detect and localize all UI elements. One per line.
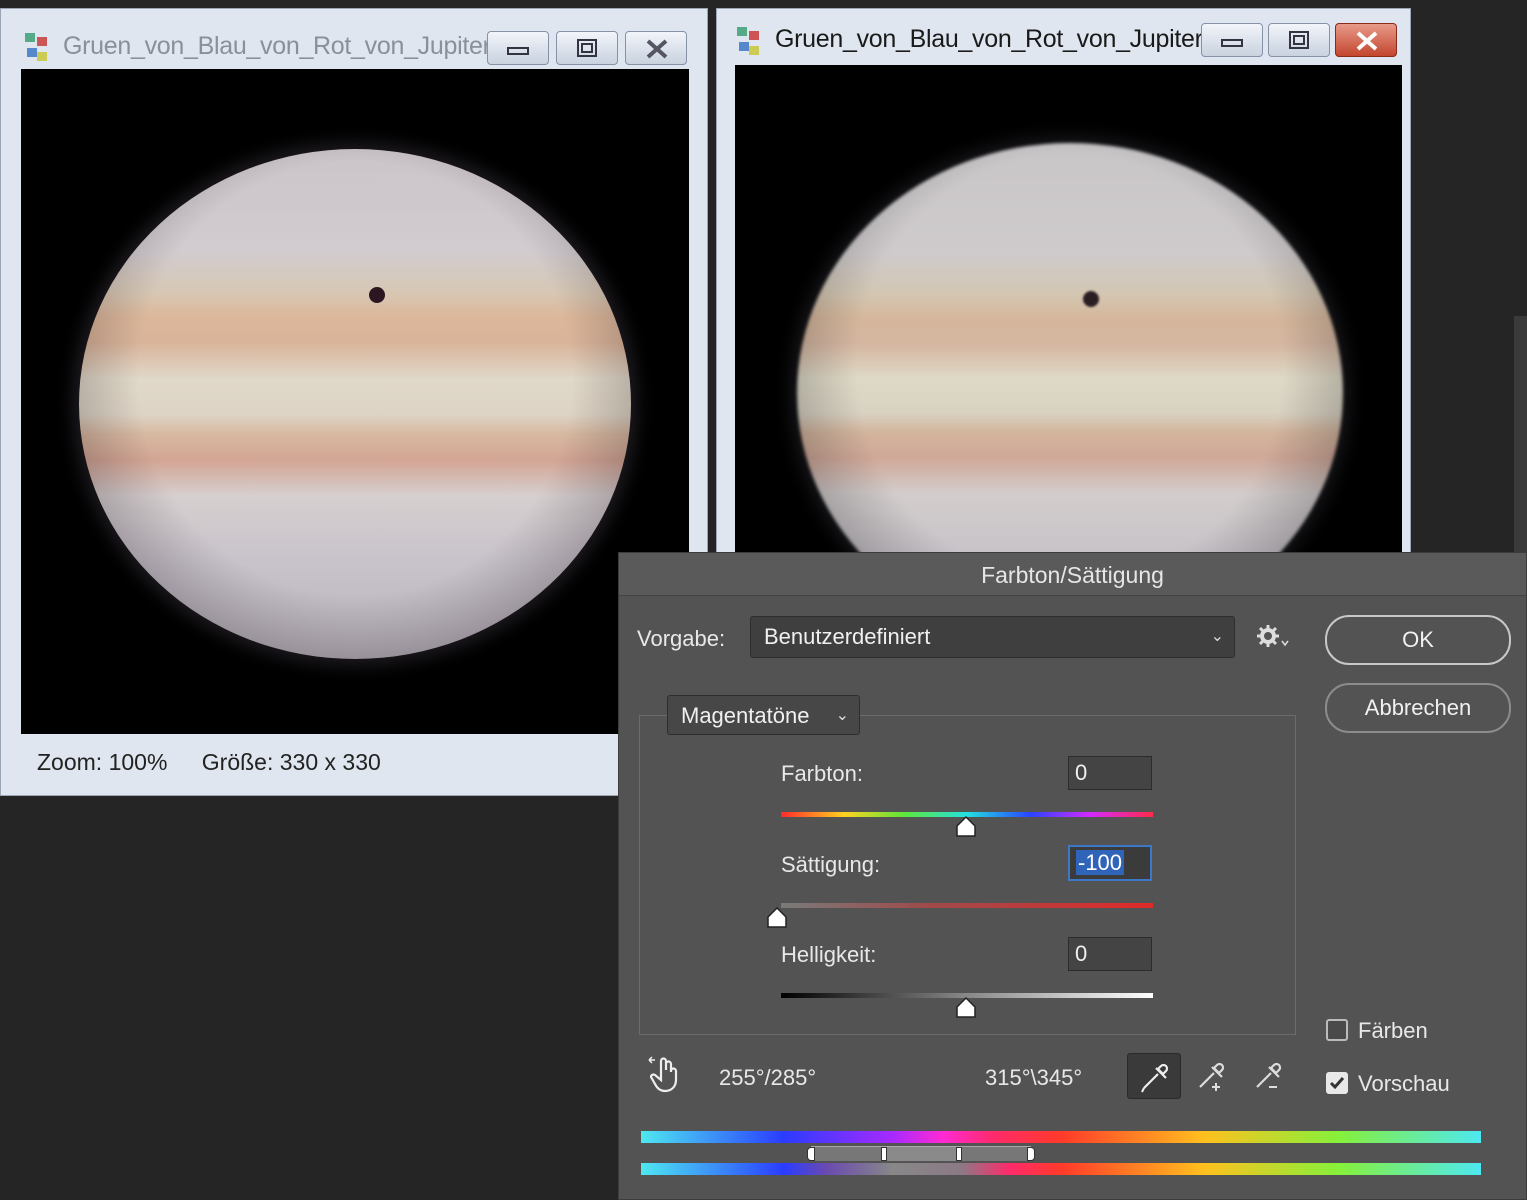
preset-select[interactable]: Benutzerdefiniert ⌄ [750, 616, 1235, 658]
eyedropper-button[interactable] [1127, 1053, 1181, 1099]
hue-slider-thumb[interactable] [955, 816, 977, 838]
channel-select-value: Magentatöne [681, 703, 810, 728]
lightness-label: Helligkeit: [781, 942, 877, 967]
image-canvas[interactable] [21, 69, 689, 734]
lightness-input[interactable]: 0 [1068, 937, 1152, 971]
cancel-button[interactable]: Abbrechen [1325, 683, 1511, 733]
hue-saturation-dialog[interactable]: Farbton/Sättigung Vorgabe: Benutzerdefin… [618, 552, 1527, 1200]
jupiter-image [797, 143, 1343, 569]
maximize-icon [1289, 31, 1309, 49]
color-range-selector[interactable] [807, 1146, 1035, 1161]
maximize-button[interactable] [1268, 23, 1330, 57]
saturation-slider-track[interactable] [781, 903, 1153, 908]
range-handle-outer-left[interactable] [807, 1147, 815, 1161]
saturation-slider-thumb[interactable] [766, 907, 788, 929]
minimize-icon [507, 47, 529, 55]
range-handle-outer-right[interactable] [1027, 1147, 1035, 1161]
moon-shadow [369, 287, 385, 303]
preset-label: Vorgabe: [637, 626, 726, 651]
image-canvas[interactable] [735, 65, 1402, 569]
minimize-button[interactable] [1201, 23, 1263, 57]
eyedropper-plus-button[interactable] [1184, 1053, 1238, 1099]
output-color-bar [641, 1163, 1481, 1175]
colorize-label[interactable]: Färben [1358, 1018, 1428, 1044]
hue-label: Farbton: [781, 761, 863, 786]
close-icon [1356, 31, 1378, 51]
range-handle-inner-right[interactable] [956, 1147, 962, 1161]
preview-checkbox[interactable] [1326, 1072, 1348, 1094]
close-button[interactable] [625, 31, 687, 65]
dialog-title: Farbton/Sättigung [619, 553, 1526, 596]
checkbox-icon [1329, 1077, 1345, 1090]
range-falloff-left [811, 1147, 883, 1161]
lightness-slider-thumb[interactable] [955, 997, 977, 1019]
status-bar: Zoom: 100% Größe: 330 x 330 [37, 749, 409, 776]
eyedropper-plus-icon [1199, 1062, 1225, 1091]
eyedropper-minus-button[interactable] [1241, 1053, 1295, 1099]
window-title: Gruen_von_Blau_von_Rot_von_Jupiter... [775, 25, 1222, 53]
jupiter-image [79, 149, 631, 659]
window-titlebar[interactable]: Gruen_von_Blau_von_Rot_von_Jupiter... [1, 9, 707, 69]
close-button[interactable] [1335, 23, 1397, 57]
minimize-icon [1221, 39, 1243, 47]
range-handle-inner-left[interactable] [881, 1147, 887, 1161]
close-icon [646, 39, 668, 59]
moon-shadow [1083, 291, 1099, 307]
range-falloff-right [959, 1147, 1031, 1161]
hue-input[interactable]: 0 [1068, 756, 1152, 790]
adjustment-group [639, 715, 1296, 1035]
input-color-bar [641, 1131, 1481, 1143]
preset-select-value: Benutzerdefiniert [764, 624, 931, 649]
status-zoom: Zoom: 100% [37, 749, 168, 775]
image-window-right[interactable]: Gruen_von_Blau_von_Rot_von_Jupiter... [716, 8, 1411, 569]
saturation-input[interactable]: -100 [1068, 845, 1152, 881]
app-icon [25, 33, 47, 61]
eyedropper-minus-icon [1256, 1062, 1282, 1088]
channel-select[interactable]: Magentatöne ⌄ [667, 695, 860, 735]
chevron-down-icon: ⌄ [1210, 628, 1224, 645]
chevron-down-icon: ⌄ [835, 707, 849, 724]
window-title: Gruen_von_Blau_von_Rot_von_Jupiter... [63, 32, 510, 60]
hand-adjust-icon[interactable] [647, 1056, 683, 1096]
colorize-checkbox[interactable] [1326, 1019, 1348, 1041]
window-titlebar[interactable]: Gruen_von_Blau_von_Rot_von_Jupiter... [717, 9, 1410, 69]
image-window-left[interactable]: Gruen_von_Blau_von_Rot_von_Jupiter... Zo… [0, 8, 708, 796]
range-left-label: 255°/285° [719, 1065, 817, 1090]
status-size: Größe: 330 x 330 [201, 749, 381, 775]
gear-icon[interactable] [1255, 623, 1291, 653]
maximize-icon [577, 39, 597, 57]
minimize-button[interactable] [487, 31, 549, 65]
workspace-scrollbar[interactable] [1514, 316, 1527, 556]
eyedropper-icon [1141, 1063, 1169, 1093]
maximize-button[interactable] [556, 31, 618, 65]
ok-button[interactable]: OK [1325, 615, 1511, 665]
app-icon [737, 27, 759, 55]
preview-label[interactable]: Vorschau [1358, 1071, 1450, 1097]
saturation-input-selection: -100 [1076, 850, 1125, 875]
saturation-label: Sättigung: [781, 852, 881, 877]
range-right-label: 315°\345° [985, 1065, 1083, 1090]
